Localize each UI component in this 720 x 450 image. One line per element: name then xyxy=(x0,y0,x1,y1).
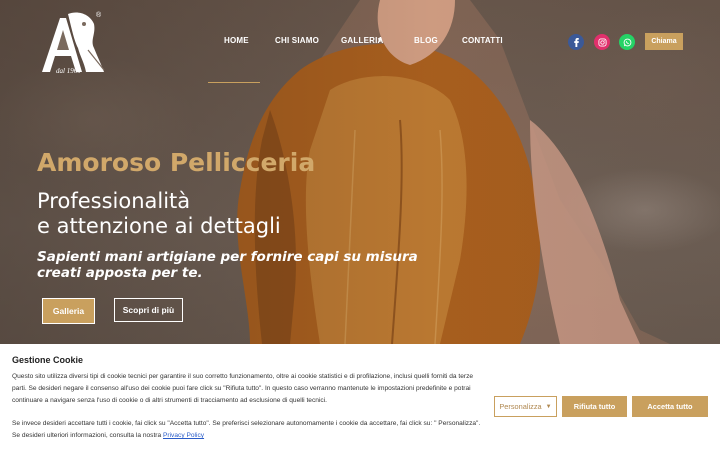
cookie-text-2-body: Se invece desideri accettare tutti i coo… xyxy=(12,420,481,439)
cookie-banner: Gestione Cookie Questo sito utilizza div… xyxy=(0,344,720,450)
nav-home[interactable]: HOME xyxy=(224,36,249,45)
nav-blog[interactable]: BLOG xyxy=(414,36,438,45)
nav-active-indicator xyxy=(208,82,260,83)
privacy-policy-link[interactable]: Privacy Policy xyxy=(163,432,204,439)
personalizza-label: Personalizza xyxy=(499,402,542,411)
whatsapp-icon[interactable] xyxy=(619,34,635,50)
registered-mark: ® xyxy=(96,12,102,19)
established-tagline: dal 1960 xyxy=(56,67,81,75)
hero-headline-line2: e attenzione ai dettagli xyxy=(37,214,281,238)
chevron-down-icon: ▼ xyxy=(545,403,552,410)
instagram-icon[interactable] xyxy=(594,34,610,50)
hero-brand-title: Amoroso Pellicceria xyxy=(37,148,316,177)
nav-chi-siamo[interactable]: CHI SIAMO xyxy=(275,36,319,45)
scopri-di-piu-button[interactable]: Scopri di più xyxy=(114,298,183,322)
hero-subtitle-line1: Sapienti mani artigiane per fornire capi… xyxy=(37,249,418,265)
personalizza-button[interactable]: Personalizza ▼ xyxy=(494,396,557,417)
rifiuta-tutto-button[interactable]: Rifiuta tutto xyxy=(562,396,627,417)
cookie-text-1: Questo sito utilizza diversi tipi di coo… xyxy=(12,373,474,404)
hero-subtitle-line2: creati apposta per te. xyxy=(37,265,203,281)
cookie-title: Gestione Cookie xyxy=(12,355,84,365)
chevron-down-icon[interactable]: ▾ xyxy=(378,36,382,44)
call-button[interactable]: Chiama xyxy=(645,33,683,50)
nav-contatti[interactable]: CONTATTI xyxy=(462,36,503,45)
accetta-tutto-button[interactable]: Accetta tutto xyxy=(632,396,708,417)
facebook-icon[interactable] xyxy=(568,34,584,50)
cookie-text-2: Se invece desideri accettare tutti i coo… xyxy=(12,418,488,442)
galleria-button[interactable]: Galleria xyxy=(42,298,95,324)
hero-headline-line1: Professionalità xyxy=(37,189,191,213)
